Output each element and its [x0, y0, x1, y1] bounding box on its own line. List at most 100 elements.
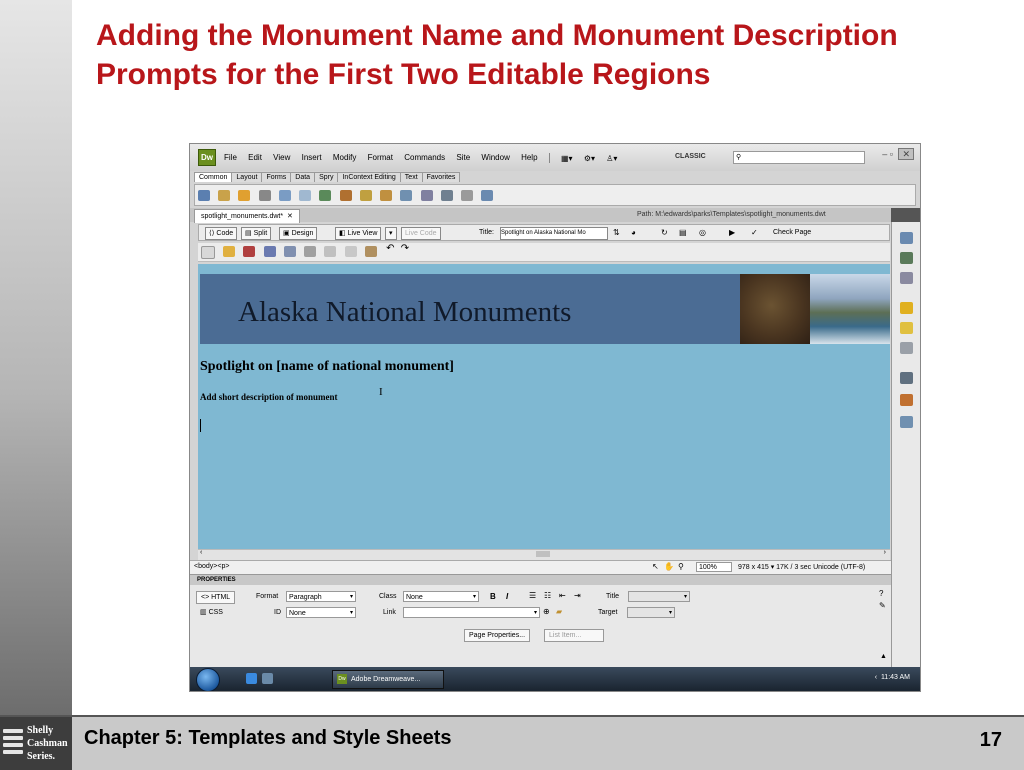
named-anchor-icon[interactable] — [238, 190, 251, 201]
hyperlink-icon[interactable] — [198, 190, 210, 201]
menu-commands[interactable]: Commands — [404, 153, 445, 162]
spotlight-heading[interactable]: Spotlight on [name of national monument] — [200, 359, 454, 375]
point-to-file-icon[interactable]: ⊕ — [543, 607, 550, 616]
view-options-icon[interactable]: ▤ — [679, 228, 687, 237]
cut-icon[interactable] — [324, 246, 337, 257]
new-document-icon[interactable] — [201, 246, 215, 259]
snippets-icon[interactable] — [900, 342, 913, 354]
link-input[interactable] — [403, 607, 540, 619]
menu-file[interactable]: File — [224, 153, 237, 162]
visual-aids-icon[interactable]: ◎ — [699, 228, 706, 237]
scroll-right-icon[interactable]: › — [884, 549, 886, 556]
internet-explorer-icon[interactable] — [246, 673, 257, 684]
quick-tag-editor-icon[interactable]: ✎ — [879, 601, 886, 610]
assets-icon[interactable] — [900, 394, 913, 406]
email-link-icon[interactable] — [218, 190, 231, 201]
menu-insert[interactable]: Insert — [302, 153, 322, 162]
save-icon[interactable] — [263, 246, 276, 257]
short-description[interactable]: Add short description of monument — [200, 392, 338, 402]
tab-close-icon[interactable]: ✕ — [285, 213, 293, 220]
title-field-input[interactable] — [628, 591, 690, 603]
panel-collapse-bar[interactable] — [891, 208, 920, 222]
undo-icon[interactable]: ↶ — [386, 243, 394, 254]
menu-modify[interactable]: Modify — [333, 153, 357, 162]
bold-button[interactable]: B — [490, 592, 496, 601]
tag-selector[interactable]: <body><p> — [194, 563, 229, 570]
open-icon[interactable] — [223, 246, 236, 257]
save-all-icon[interactable] — [283, 246, 296, 257]
id-select[interactable]: None — [286, 607, 356, 619]
zoom-tool-icon[interactable]: ⚲ — [678, 562, 684, 571]
expand-properties-icon[interactable]: ▲ — [880, 653, 887, 660]
zoom-select[interactable]: 100% — [696, 562, 732, 572]
tab-common[interactable]: Common — [194, 172, 233, 182]
show-desktop-icon[interactable] — [262, 673, 273, 684]
menu-window[interactable]: Window — [481, 153, 509, 162]
date-icon[interactable] — [359, 190, 372, 201]
design-view[interactable]: Alaska National Monuments Spotlight on [… — [198, 264, 890, 549]
design-view-button[interactable]: ▣ Design — [279, 227, 318, 240]
tab-forms[interactable]: Forms — [261, 172, 292, 182]
tab-favorites[interactable]: Favorites — [421, 172, 461, 182]
validate-icon[interactable]: ▶ — [729, 228, 735, 237]
business-catalyst-icon[interactable] — [900, 302, 913, 314]
image-icon[interactable] — [319, 190, 332, 201]
tab-incontext-editing[interactable]: InContext Editing — [337, 172, 401, 182]
copy-icon[interactable] — [344, 246, 357, 257]
tab-text[interactable]: Text — [399, 172, 423, 182]
help-icon[interactable]: ? — [879, 589, 883, 598]
tab-data[interactable]: Data — [290, 172, 316, 182]
scroll-thumb[interactable] — [536, 551, 550, 557]
scroll-left-icon[interactable]: ‹ — [200, 549, 202, 556]
close-icon[interactable]: ✕ — [898, 148, 914, 160]
tab-spry[interactable]: Spry — [314, 172, 339, 182]
properties-panel-header[interactable]: PROPERTIES — [190, 574, 891, 585]
files-icon[interactable] — [900, 372, 913, 384]
paste-icon[interactable] — [364, 246, 377, 257]
server-side-include-icon[interactable] — [380, 190, 393, 201]
site-icon[interactable]: ♙▾ — [606, 154, 617, 163]
class-select[interactable]: None — [403, 591, 479, 603]
live-code-button[interactable]: Live Code — [401, 227, 441, 240]
print-icon[interactable] — [304, 246, 317, 257]
minimize-icon[interactable]: – — [882, 149, 887, 159]
menu-format[interactable]: Format — [368, 153, 393, 162]
document-tab[interactable]: spotlight_monuments.dwt* ✕ — [194, 209, 300, 223]
css-styles-icon[interactable] — [900, 232, 913, 244]
comment-icon[interactable] — [400, 190, 413, 201]
start-button[interactable] — [196, 668, 220, 691]
list-item-button[interactable]: List Item... — [544, 629, 604, 642]
script-icon[interactable] — [440, 190, 453, 201]
behaviors-icon[interactable] — [900, 322, 913, 334]
split-view-button[interactable]: ▤ Split — [241, 227, 272, 240]
target-select[interactable] — [627, 607, 675, 619]
div-icon[interactable] — [299, 190, 312, 201]
browse-bridge-icon[interactable] — [243, 246, 256, 257]
menu-view[interactable]: View — [273, 153, 290, 162]
hand-tool-icon[interactable]: ✋ — [664, 562, 674, 571]
ordered-list-icon[interactable]: ☷ — [544, 591, 551, 600]
outdent-icon[interactable]: ⇤ — [559, 591, 566, 600]
menu-edit[interactable]: Edit — [248, 153, 262, 162]
redo-icon[interactable]: ↷ — [401, 243, 409, 254]
media-icon[interactable] — [339, 190, 352, 201]
tray-chevron-icon[interactable]: ‹ — [875, 674, 879, 681]
results-icon[interactable] — [900, 416, 913, 428]
layout-icon[interactable]: ▦▾ — [561, 154, 573, 163]
tag-chooser-icon[interactable] — [481, 190, 494, 201]
live-view-button[interactable]: ◧ Live View — [335, 227, 382, 240]
taskbar-dreamweaver-button[interactable]: Dw Adobe Dreamweave... — [332, 670, 444, 689]
select-tool-icon[interactable]: ↖ — [652, 562, 659, 571]
italic-button[interactable]: I — [506, 592, 508, 601]
workspace-switcher[interactable]: CLASSIC — [675, 153, 706, 160]
file-management-icon[interactable]: ⇅ — [613, 228, 620, 237]
horizontal-scrollbar[interactable]: ‹ › — [198, 549, 890, 560]
ap-elements-icon[interactable] — [900, 252, 913, 264]
menu-site[interactable]: Site — [456, 153, 470, 162]
indent-icon[interactable]: ⇥ — [574, 591, 581, 600]
browse-folder-icon[interactable]: ▰ — [556, 607, 562, 616]
tag-inspector-icon[interactable] — [900, 272, 913, 284]
menu-help[interactable]: Help — [521, 153, 537, 162]
code-view-button[interactable]: ⟨⟩ Code — [205, 227, 238, 240]
document-title-input[interactable]: Spotlight on Alaska National Mo — [500, 227, 608, 240]
